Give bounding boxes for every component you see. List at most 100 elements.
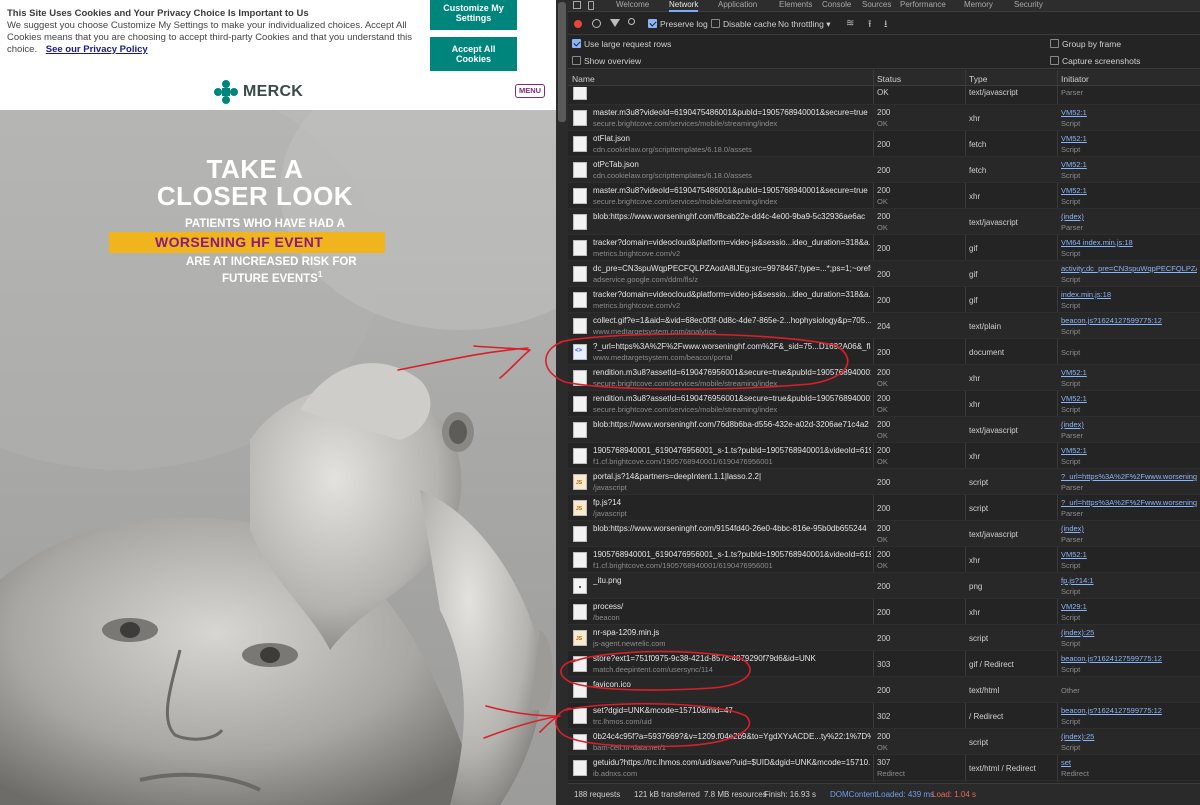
tab-sources[interactable]: Sources bbox=[862, 0, 891, 12]
page-scrollbar[interactable] bbox=[556, 0, 568, 805]
request-name[interactable]: master.m3u8?videoId=6190475486001&pubId=… bbox=[593, 108, 871, 117]
large-rows-checkbox[interactable]: Use large request rows bbox=[572, 39, 671, 49]
request-initiator-link[interactable]: (index):25 bbox=[1061, 628, 1197, 637]
capture-checkbox[interactable]: Capture screenshots bbox=[1050, 56, 1140, 66]
request-row[interactable]: master.m3u8?videoId=6190475486001&pubId=… bbox=[568, 105, 1200, 131]
export-icon[interactable]: ⭳ bbox=[884, 17, 888, 34]
column-name[interactable]: Name bbox=[572, 74, 595, 84]
request-row[interactable]: ?_url=https%3A%2F%2Fwww.worseninghf.com%… bbox=[568, 339, 1200, 365]
request-initiator-link[interactable]: VM52:1 bbox=[1061, 186, 1197, 195]
request-initiator-link[interactable]: VM64 index.min.js:18 bbox=[1061, 238, 1197, 247]
customize-settings-button[interactable]: Customize My Settings bbox=[430, 0, 517, 30]
request-name[interactable]: process/ bbox=[593, 602, 871, 611]
preserve-log-checkbox[interactable]: Preserve log bbox=[648, 19, 708, 29]
request-row[interactable]: _itu.png 200 png fp.js?14:1 Script bbox=[568, 573, 1200, 599]
request-initiator-link[interactable]: VM52:1 bbox=[1061, 394, 1197, 403]
accept-all-cookies-button[interactable]: Accept All Cookies bbox=[430, 37, 517, 71]
request-initiator-link[interactable]: VM52:1 bbox=[1061, 368, 1197, 377]
request-name[interactable]: fp.js?14 bbox=[593, 498, 871, 507]
capture-check-icon[interactable] bbox=[1050, 56, 1059, 65]
request-initiator-link[interactable]: activity;dc_pre=CN3spuWqpPECFQLPZA bbox=[1061, 264, 1197, 273]
request-initiator-link[interactable]: VM29:1 bbox=[1061, 602, 1197, 611]
inspect-element-icon[interactable] bbox=[573, 1, 581, 9]
tab-network[interactable]: Network bbox=[669, 0, 699, 12]
tab-welcome[interactable]: Welcome bbox=[616, 0, 649, 12]
request-initiator-link[interactable]: VM52:1 bbox=[1061, 134, 1197, 143]
request-initiator-link[interactable]: (index) bbox=[1061, 212, 1197, 221]
tab-elements[interactable]: Elements bbox=[779, 0, 812, 12]
request-name[interactable]: otPcTab.json bbox=[593, 160, 871, 169]
request-row[interactable]: rendition.m3u8?assetId=6190476956001&sec… bbox=[568, 365, 1200, 391]
request-row[interactable]: 0b24c4c95f?a=5937669?&v=1209.f04e2b9&to=… bbox=[568, 729, 1200, 755]
group-frame-check-icon[interactable] bbox=[1050, 39, 1059, 48]
request-row[interactable]: blob:https://www.worseninghf.com/f8cab22… bbox=[568, 209, 1200, 235]
clear-icon[interactable] bbox=[592, 19, 601, 28]
request-row[interactable]: 1905768940001_6190476956001_s-1.ts?pubId… bbox=[568, 443, 1200, 469]
tab-console[interactable]: Console bbox=[822, 0, 851, 12]
request-initiator-link[interactable]: fp.js?14:1 bbox=[1061, 576, 1197, 585]
disable-cache-check-icon[interactable] bbox=[711, 19, 720, 28]
request-name[interactable]: 0b24c4c95f?a=5937669?&v=1209.f04e2b9&to=… bbox=[593, 732, 871, 741]
device-toggle-icon[interactable] bbox=[588, 1, 594, 10]
tab-memory[interactable]: Memory bbox=[964, 0, 993, 12]
overview-checkbox[interactable]: Show overview bbox=[572, 56, 641, 66]
request-initiator-link[interactable]: ?_url=https%3A%2F%2Fwww.worseninghf bbox=[1061, 498, 1197, 507]
request-row[interactable]: 1905768940001_6190476956001_s-1.ts?pubId… bbox=[568, 547, 1200, 573]
request-name[interactable]: getuidu?https://trc.lhmos.com/uid/save/?… bbox=[593, 758, 871, 767]
search-icon[interactable] bbox=[628, 18, 635, 25]
merck-logo[interactable]: MERCK bbox=[214, 80, 303, 104]
overview-check-icon[interactable] bbox=[572, 56, 581, 65]
request-row[interactable]: blob:https://www.worseninghf.com/76d8b6b… bbox=[568, 417, 1200, 443]
request-row[interactable]: otPcTab.json cdn.cookielaw.org/scripttemp… bbox=[568, 157, 1200, 183]
request-row[interactable]: fp.js?14/javascript 200 script ?_url=https%… bbox=[568, 495, 1200, 521]
record-icon[interactable] bbox=[574, 20, 582, 28]
request-row[interactable]: collect.gif?e=1&aid=&vid=68ec0f3f-0d8c-4… bbox=[568, 313, 1200, 339]
request-name[interactable]: _itu.png bbox=[593, 576, 871, 585]
request-initiator-link[interactable]: (index) bbox=[1061, 524, 1197, 533]
request-name[interactable]: set?dgid=UNK&mcode=15710&mid=47 bbox=[593, 706, 871, 715]
request-name[interactable]: dc_pre=CN3spuWqpPECFQLPZAodA8lJEg;src=99… bbox=[593, 264, 871, 273]
request-initiator-link[interactable]: beacon.js?1624127599775:12 bbox=[1061, 706, 1197, 715]
request-initiator-link[interactable]: VM52:1 bbox=[1061, 550, 1197, 559]
tab-application[interactable]: Application bbox=[718, 0, 757, 12]
request-name[interactable]: portal.js?14&partners=deepIntent.1.1|las… bbox=[593, 472, 871, 481]
request-name[interactable]: master.m3u8?videoId=6190475486001&pubId=… bbox=[593, 186, 871, 195]
request-row[interactable]: otFlat.json cdn.cookielaw.org/scripttempl… bbox=[568, 131, 1200, 157]
tab-security[interactable]: Security bbox=[1014, 0, 1043, 12]
request-name[interactable]: 1905768940001_6190476956001_s-1.ts?pubId… bbox=[593, 446, 871, 455]
request-name[interactable]: rendition.m3u8?assetId=6190476956001&sec… bbox=[593, 394, 871, 403]
large-rows-check-icon[interactable] bbox=[572, 39, 581, 48]
request-row[interactable]: blob:https://www.worseninghf.com/9154fd4… bbox=[568, 521, 1200, 547]
request-initiator-link[interactable]: VM52:1 bbox=[1061, 108, 1197, 117]
wifi-icon[interactable]: ≋ bbox=[846, 18, 854, 29]
request-name[interactable]: favicon.ico bbox=[593, 680, 871, 689]
tab-performance[interactable]: Performance bbox=[900, 0, 946, 12]
request-name[interactable]: blob:https://www.worseninghf.com/76d8b6b… bbox=[593, 420, 871, 429]
request-initiator-link[interactable]: beacon.js?1624127599775:12 bbox=[1061, 654, 1197, 663]
group-frame-checkbox[interactable]: Group by frame bbox=[1050, 39, 1121, 49]
request-initiator-link[interactable]: index.min.js:18 bbox=[1061, 290, 1197, 299]
privacy-policy-link[interactable]: See our Privacy Policy bbox=[46, 44, 148, 55]
request-row[interactable]: set?dgid=UNK&mcode=15710&mid=47 trc.lhmos… bbox=[568, 703, 1200, 729]
request-row[interactable]: master.m3u8?videoId=6190475486001&pubId=… bbox=[568, 183, 1200, 209]
menu-button[interactable]: MENU bbox=[515, 84, 545, 98]
import-icon[interactable]: ⭱ bbox=[868, 17, 872, 34]
request-initiator-link[interactable]: beacon.js?1624127599775:12 bbox=[1061, 316, 1197, 325]
request-row[interactable]: favicon.ico 200 text/html Other bbox=[568, 677, 1200, 703]
filter-icon[interactable] bbox=[610, 19, 620, 27]
request-name[interactable]: otFlat.json bbox=[593, 134, 871, 143]
request-initiator-link[interactable]: VM52:1 bbox=[1061, 446, 1197, 455]
page-scrollbar-thumb[interactable] bbox=[558, 2, 566, 122]
request-name[interactable]: nr-spa-1209.min.js bbox=[593, 628, 871, 637]
request-row[interactable]: process/ /beacon 200 xhr VM29:1 Script bbox=[568, 599, 1200, 625]
request-name[interactable]: tracker?domain=videocloud&platform=video… bbox=[593, 238, 871, 247]
request-name[interactable]: 1905768940001_6190476956001_s-1.ts?pubId… bbox=[593, 550, 871, 559]
request-name[interactable]: store?ext1=751f0975-9c38-421d-857c-48792… bbox=[593, 654, 871, 663]
request-name[interactable]: blob:https://www.worseninghf.com/f8cab22… bbox=[593, 212, 871, 221]
column-status[interactable]: Status bbox=[877, 74, 901, 84]
preserve-log-check-icon[interactable] bbox=[648, 19, 657, 28]
throttling-select[interactable]: No throttling ▾ bbox=[778, 19, 830, 29]
request-initiator-link[interactable]: set bbox=[1061, 758, 1197, 767]
disable-cache-checkbox[interactable]: Disable cache bbox=[711, 19, 776, 29]
column-type[interactable]: Type bbox=[969, 74, 987, 84]
